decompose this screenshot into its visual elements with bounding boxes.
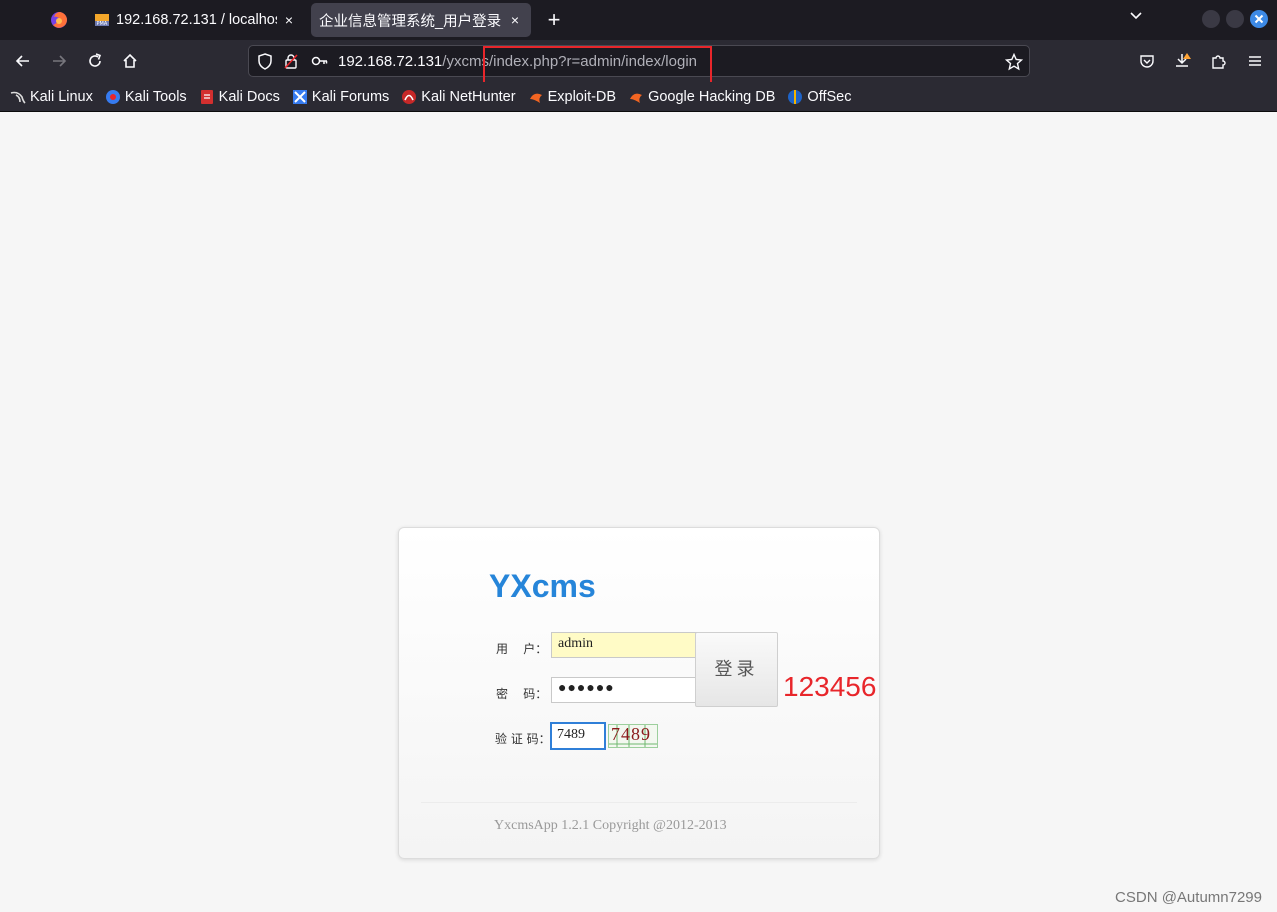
downloads-button[interactable] [1170, 49, 1196, 73]
close-icon [1254, 14, 1264, 24]
exploit-db-icon [529, 93, 542, 103]
tab-yxcms-login[interactable]: 企业信息管理系统_用户登录 × [311, 3, 531, 37]
home-button[interactable] [117, 49, 143, 73]
bookmark-label: Google Hacking DB [648, 88, 776, 105]
shield-icon[interactable] [257, 53, 273, 70]
kali-docs-icon [200, 89, 213, 104]
bookmark-kali-docs[interactable]: Kali Docs [199, 89, 280, 105]
pocket-icon [1140, 55, 1154, 68]
reload-button[interactable] [82, 49, 108, 73]
watermark: CSDN @Autumn7299 [1115, 889, 1262, 906]
navigation-toolbar: 192.168.72.131/yxcms/index.php?r=admin/i… [0, 40, 1277, 84]
download-icon [1176, 53, 1191, 67]
bookmark-exploit-db[interactable]: Exploit-DB [528, 88, 617, 105]
reload-icon [89, 53, 102, 67]
back-button[interactable] [10, 49, 36, 73]
kali-tools-icon [105, 89, 120, 104]
tab-title: 192.168.72.131 / localhost [116, 12, 277, 28]
username-input[interactable]: admin [551, 632, 697, 658]
offsec-icon [788, 89, 803, 104]
home-icon [123, 53, 137, 68]
bookmark-label: Exploit-DB [547, 88, 617, 105]
url-highlight-box [483, 46, 712, 84]
tab-close-button[interactable]: × [281, 12, 297, 28]
url-host: 192.168.72.131 [338, 53, 443, 70]
puzzle-icon [1212, 55, 1226, 69]
password-label: 密 码： [496, 687, 548, 701]
bookmark-kali-nethunter[interactable]: Kali NetHunter [401, 88, 516, 105]
new-tab-button[interactable]: + [540, 6, 568, 34]
key-icon[interactable] [311, 54, 329, 68]
url-bar[interactable]: 192.168.72.131/yxcms/index.php?r=admin/i… [248, 45, 1030, 84]
captcha-input[interactable]: 7489 [550, 722, 606, 750]
minimize-button[interactable] [1202, 10, 1220, 28]
pocket-button[interactable] [1134, 49, 1160, 73]
phpmyadmin-icon: PMA [95, 14, 109, 27]
captcha-label: 验 证 码： [495, 732, 551, 746]
forward-button[interactable] [46, 49, 72, 73]
password-input[interactable]: ●●●●●● [551, 677, 697, 703]
bookmark-label: OffSec [807, 88, 852, 105]
copyright-text: YxcmsApp 1.2.1 Copyright @2012-2013 [494, 818, 727, 833]
tab-bar: PMA 192.168.72.131 / localhost × 企业信息管理系… [0, 0, 1277, 40]
kali-dragon-icon [10, 91, 26, 104]
bookmark-offsec[interactable]: OffSec [787, 89, 851, 105]
firefox-icon [51, 12, 67, 28]
hamburger-icon [1249, 56, 1261, 66]
username-label: 用 户： [496, 642, 548, 656]
list-all-tabs-button[interactable] [1124, 8, 1148, 32]
captcha-image[interactable]: 7489 [608, 724, 658, 748]
bookmark-label: Kali NetHunter [421, 88, 516, 105]
divider [421, 802, 857, 803]
kali-forums-icon [292, 89, 307, 104]
arrow-right-icon [53, 55, 67, 67]
tab-title: 企业信息管理系统_用户登录 [319, 13, 502, 30]
bookmark-star-icon[interactable] [1005, 53, 1023, 71]
tab-phpmyadmin[interactable]: PMA 192.168.72.131 / localhost × [86, 3, 305, 37]
bookmark-kali-linux[interactable]: Kali Linux [10, 89, 93, 105]
bookmark-label: Kali Tools [124, 88, 187, 105]
maximize-button[interactable] [1226, 10, 1244, 28]
bookmark-label: Kali Linux [30, 88, 93, 105]
menu-button[interactable] [1242, 49, 1268, 73]
bookmarks-toolbar: Kali Linux Kali Tools Kali Docs Kali For… [0, 82, 1277, 112]
yxcms-logo: YXcms [489, 568, 596, 604]
login-panel: YXcms 用 户： admin 密 码： ●●●●●● 登录 123456 验… [398, 527, 880, 859]
password-annotation: 123456 [783, 671, 877, 702]
nethunter-icon [402, 89, 417, 104]
ghdb-icon [630, 93, 643, 103]
extensions-button[interactable] [1206, 49, 1232, 73]
bookmark-kali-tools[interactable]: Kali Tools [105, 89, 187, 105]
bookmark-google-hacking-db[interactable]: Google Hacking DB [628, 89, 775, 105]
login-button[interactable]: 登录 [695, 632, 778, 707]
bookmark-label: Kali Forums [311, 88, 390, 105]
bookmark-kali-forums[interactable]: Kali Forums [292, 89, 389, 105]
arrow-left-icon [15, 55, 29, 67]
bookmark-label: Kali Docs [218, 88, 280, 105]
svg-text:PMA: PMA [97, 21, 108, 27]
firefox-view-button[interactable] [40, 4, 78, 36]
insecure-lock-icon[interactable] [283, 53, 299, 70]
chevron-down-icon [1130, 12, 1142, 20]
close-window-button[interactable] [1250, 10, 1268, 28]
tab-close-button[interactable]: × [507, 12, 523, 28]
captcha-text: 7489 [611, 724, 651, 744]
